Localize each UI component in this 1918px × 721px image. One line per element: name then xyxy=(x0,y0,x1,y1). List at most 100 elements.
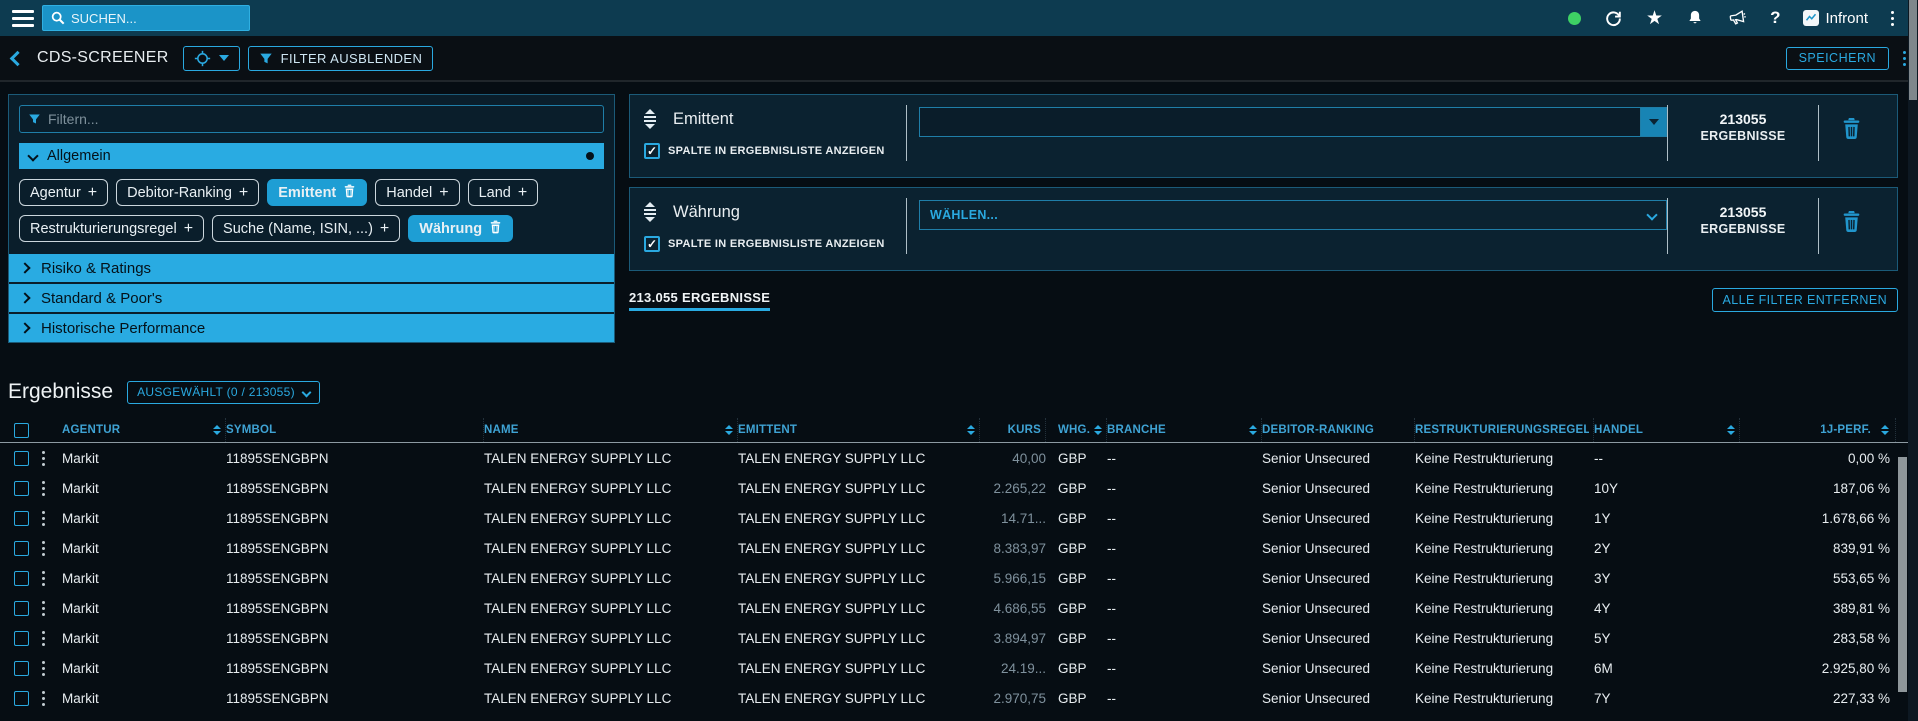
column-header-branche[interactable]: BRANCHE xyxy=(1107,418,1262,442)
filter-chip-w-hrung[interactable]: Währung xyxy=(408,215,513,242)
sort-icon[interactable] xyxy=(1245,425,1257,435)
remove-filter-button[interactable] xyxy=(1819,105,1883,167)
filter-chip-restrukturierungsregel[interactable]: Restrukturierungsregel+ xyxy=(19,215,204,242)
back-button[interactable] xyxy=(10,50,26,66)
selected-dropdown-button[interactable]: AUSGEWÄHLT (0 / 213055) xyxy=(127,381,320,404)
column-header-symbol[interactable]: SYMBOL xyxy=(226,418,484,442)
page-scrollbar[interactable] xyxy=(1908,0,1918,721)
row-checkbox[interactable] xyxy=(14,511,29,526)
search-input[interactable] xyxy=(71,11,247,26)
page-scrollbar-thumb[interactable] xyxy=(1909,0,1917,100)
row-menu-icon[interactable] xyxy=(42,571,45,586)
trash-icon[interactable] xyxy=(343,184,356,202)
clear-all-filters-button[interactable]: ALLE FILTER ENTFERNEN xyxy=(1712,288,1898,312)
filter-chip-row: Restrukturierungsregel+ Suche (Name, ISIN… xyxy=(19,215,604,242)
chip-label: Handel xyxy=(386,185,432,201)
filter-chip-emittent[interactable]: Emittent xyxy=(267,179,367,206)
row-checkbox[interactable] xyxy=(14,571,29,586)
row-checkbox[interactable] xyxy=(14,451,29,466)
emittent-input[interactable] xyxy=(919,107,1640,137)
filter-search-field[interactable] xyxy=(19,105,604,133)
row-menu-icon[interactable] xyxy=(42,481,45,496)
favorites-star-icon[interactable]: ★ xyxy=(1646,7,1663,30)
table-row[interactable]: Markit11895SENGBPNTALEN ENERGY SUPPLY LL… xyxy=(0,443,1918,473)
row-menu-icon[interactable] xyxy=(42,511,45,526)
column-header-whg[interactable]: WHG. xyxy=(1046,418,1107,442)
table-row[interactable]: Markit11895SENGBPNTALEN ENERGY SUPPLY LL… xyxy=(0,593,1918,623)
remove-filter-button[interactable] xyxy=(1819,198,1883,260)
filter-toggle-label: FILTER AUSBLENDEN xyxy=(281,51,423,66)
table-row[interactable]: Markit11895SENGBPNTALEN ENERGY SUPPLY LL… xyxy=(0,683,1918,713)
row-menu-icon[interactable] xyxy=(42,541,45,556)
table-row[interactable]: Markit11895SENGBPNTALEN ENERGY SUPPLY LL… xyxy=(0,503,1918,533)
sort-icon[interactable] xyxy=(1723,425,1735,435)
row-checkbox[interactable] xyxy=(14,601,29,616)
help-icon[interactable]: ? xyxy=(1770,8,1780,28)
table-scrollbar-thumb[interactable] xyxy=(1898,457,1907,692)
row-menu-icon[interactable] xyxy=(42,451,45,466)
table-row[interactable]: Markit11895SENGBPNTALEN ENERGY SUPPLY LL… xyxy=(0,533,1918,563)
filter-chip-debitor-ranking[interactable]: Debitor-Ranking+ xyxy=(116,179,259,206)
table-row[interactable]: Markit11895SENGBPNTALEN ENERGY SUPPLY LL… xyxy=(0,563,1918,593)
filter-toggle-button[interactable]: FILTER AUSBLENDEN xyxy=(248,46,434,71)
column-header-emittent[interactable]: EMITTENT xyxy=(738,418,980,442)
column-header-handel[interactable]: HANDEL xyxy=(1594,418,1740,442)
menu-icon[interactable] xyxy=(12,10,34,27)
notifications-bell-icon[interactable] xyxy=(1686,9,1704,27)
filter-chip-land[interactable]: Land+ xyxy=(468,179,539,206)
sort-icon[interactable] xyxy=(721,425,733,435)
sort-icon[interactable] xyxy=(1877,425,1889,435)
row-menu-icon[interactable] xyxy=(42,631,45,646)
show-column-checkbox[interactable]: ✓ xyxy=(644,236,660,252)
show-column-checkbox[interactable]: ✓ xyxy=(644,143,660,159)
drag-handle-icon[interactable] xyxy=(644,202,656,222)
filter-section-standard-poor-s[interactable]: Standard & Poor's xyxy=(9,284,614,312)
row-menu-icon[interactable] xyxy=(42,601,45,616)
row-checkbox[interactable] xyxy=(14,661,29,676)
cell-perf: 283,58 % xyxy=(1740,631,1896,646)
cell-perf: 2.925,80 % xyxy=(1740,661,1896,676)
table-row[interactable]: Markit11895SENGBPNTALEN ENERGY SUPPLY LL… xyxy=(0,623,1918,653)
filter-chip-agentur[interactable]: Agentur+ xyxy=(19,179,108,206)
layout-target-button[interactable] xyxy=(183,46,240,71)
filter-chip-suche-name-isin[interactable]: Suche (Name, ISIN, ...)+ xyxy=(212,215,400,242)
row-menu-icon[interactable] xyxy=(42,661,45,676)
column-header-name[interactable]: NAME xyxy=(484,418,738,442)
column-header-restrukturierungsregel[interactable]: RESTRUKTURIERUNGSREGEL xyxy=(1415,418,1594,442)
drag-handle-icon[interactable] xyxy=(644,109,656,129)
filter-chip-handel[interactable]: Handel+ xyxy=(375,179,459,206)
table-row[interactable]: Markit11895SENGBPNTALEN ENERGY SUPPLY LL… xyxy=(0,653,1918,683)
chip-label: Suche (Name, ISIN, ...) xyxy=(223,221,373,237)
table-row[interactable]: Markit11895SENGBPNTALEN ENERGY SUPPLY LL… xyxy=(0,473,1918,503)
filter-group-allgemein[interactable]: Allgemein xyxy=(19,143,604,169)
screener-overflow-menu-icon[interactable] xyxy=(1903,51,1906,66)
sort-icon[interactable] xyxy=(209,425,221,435)
trash-icon[interactable] xyxy=(489,220,502,238)
row-checkbox[interactable] xyxy=(14,481,29,496)
column-label: NAME xyxy=(484,424,519,436)
refresh-icon[interactable] xyxy=(1604,9,1623,28)
announcements-megaphone-icon[interactable] xyxy=(1726,8,1748,29)
filter-section-historische-performance[interactable]: Historische Performance xyxy=(9,314,614,342)
row-checkbox[interactable] xyxy=(14,691,29,706)
column-header-kurs[interactable]: KURS xyxy=(980,418,1046,442)
global-search[interactable] xyxy=(42,5,250,31)
sort-icon[interactable] xyxy=(963,425,975,435)
emittent-dropdown-button[interactable] xyxy=(1640,107,1667,137)
column-header-perf[interactable]: 1J-PERF. xyxy=(1740,418,1896,442)
topbar-overflow-menu-icon[interactable] xyxy=(1891,11,1894,26)
column-header-agentur[interactable]: AGENTUR xyxy=(62,418,226,442)
filter-search-input[interactable] xyxy=(48,111,595,127)
save-button[interactable]: SPEICHERN xyxy=(1786,47,1889,70)
cell-branche: -- xyxy=(1107,541,1262,556)
sort-icon[interactable] xyxy=(1090,425,1102,435)
column-header-debitor_ranking[interactable]: DEBITOR-RANKING xyxy=(1262,418,1415,442)
waehrung-select[interactable]: WÄHLEN... xyxy=(919,200,1667,230)
filter-section-risiko-ratings[interactable]: Risiko & Ratings xyxy=(9,254,614,282)
select-all-checkbox[interactable] xyxy=(14,423,29,438)
results-count-link[interactable]: 213.055 ERGEBNISSE xyxy=(629,290,770,311)
cell-name: TALEN ENERGY SUPPLY LLC xyxy=(484,451,738,466)
row-checkbox[interactable] xyxy=(14,631,29,646)
row-checkbox[interactable] xyxy=(14,541,29,556)
row-menu-icon[interactable] xyxy=(42,691,45,706)
